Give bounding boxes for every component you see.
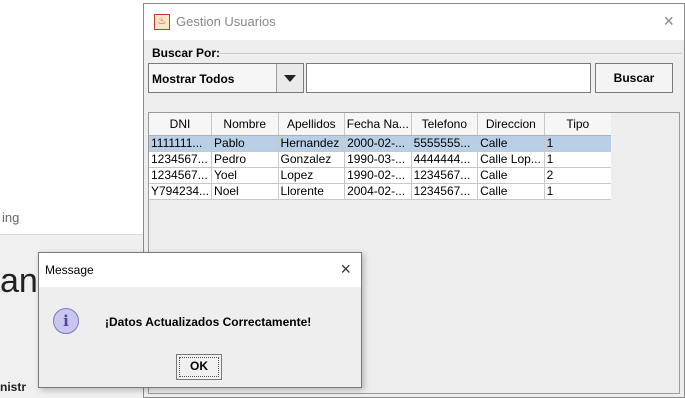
table-cell: Calle Lop... (478, 152, 545, 167)
window-titlebar[interactable]: ♨ Gestion Usuarios × (144, 4, 684, 40)
table-cell: 1234567... (149, 152, 213, 167)
search-input[interactable] (306, 63, 591, 93)
combobox-selected-value: Mostrar Todos (152, 72, 235, 86)
column-header-apellidos[interactable]: Apellidos (279, 113, 346, 135)
window-close-icon[interactable]: × (663, 11, 674, 32)
table-row[interactable]: 1234567... Yoel Lopez 1990-02-... 123456… (149, 168, 611, 184)
table-row[interactable]: 1234567... Pedro Gonzalez 1990-03-... 44… (149, 152, 611, 168)
table-cell: Y794234... (149, 184, 213, 199)
table-cell: 2000-02-... (345, 136, 412, 151)
table-cell: 2 (546, 168, 554, 182)
dialog-titlebar[interactable]: Message × (39, 253, 361, 287)
table-cell: 1234567... (149, 168, 213, 183)
dialog-title: Message (45, 263, 94, 277)
table-cell: 1234567... (412, 168, 479, 183)
search-group-border (219, 53, 682, 54)
table-cell: Llorente (279, 184, 346, 199)
search-button[interactable]: Buscar (595, 63, 673, 93)
java-app-icon: ♨ (154, 14, 170, 30)
table-cell: 1 (546, 152, 554, 166)
table-cell: 1990-03-... (345, 152, 412, 167)
dialog-message: ¡Datos Actualizados Correctamente! (105, 315, 312, 329)
column-header-tipo[interactable]: Tipo (545, 113, 611, 135)
info-icon: i (53, 308, 79, 334)
table-cell: Calle (478, 184, 545, 199)
background-heading-partial: an (0, 262, 38, 300)
window-title: Gestion Usuarios (176, 14, 276, 29)
table-row[interactable]: 1111111... Pablo Hernandez 2000-02-... 5… (149, 136, 611, 152)
table-cell: Lopez (279, 168, 346, 183)
table-cell: 1 (546, 184, 554, 198)
table-cell: 1234567... (412, 184, 479, 199)
table-cell: 5555555... (412, 136, 479, 151)
ok-button[interactable]: OK (176, 354, 222, 380)
column-header-direccion[interactable]: Direccion (478, 113, 545, 135)
table-cell: 1990-02-... (345, 168, 412, 183)
search-mode-combobox[interactable]: Mostrar Todos (148, 63, 304, 93)
search-group-label: Buscar Por: (152, 46, 221, 60)
table-cell: Noel (212, 184, 279, 199)
table-cell: Yoel (212, 168, 279, 183)
table-row[interactable]: Y794234... Noel Llorente 2004-02-... 123… (149, 184, 611, 200)
table-header: DNI Nombre Apellidos Fecha Na... Telefon… (149, 113, 611, 136)
dialog-close-icon[interactable]: × (340, 259, 351, 280)
column-header-nombre[interactable]: Nombre (212, 113, 279, 135)
table-cell: 4444444... (412, 152, 479, 167)
column-header-dni[interactable]: DNI (149, 113, 213, 135)
column-header-fecha[interactable]: Fecha Na... (345, 113, 412, 135)
table-cell: Hernandez (279, 136, 346, 151)
table-cell: 1 (546, 136, 554, 150)
table-cell: Pablo (212, 136, 279, 151)
column-header-telefono[interactable]: Telefono (412, 113, 479, 135)
table-cell: 2004-02-... (345, 184, 412, 199)
combobox-dropdown-button[interactable] (276, 64, 303, 92)
table-cell: Calle (478, 168, 545, 183)
table-cell: Gonzalez (279, 152, 346, 167)
background-partial-text: ing (2, 210, 20, 225)
table-body: DNI Nombre Apellidos Fecha Na... Telefon… (149, 113, 611, 200)
message-dialog: Message × i ¡Datos Actualizados Correcta… (38, 252, 362, 388)
chevron-down-icon (284, 75, 296, 82)
table-cell: 1111111... (149, 136, 213, 151)
table-cell: Pedro (212, 152, 279, 167)
table-cell: Calle (478, 136, 545, 151)
